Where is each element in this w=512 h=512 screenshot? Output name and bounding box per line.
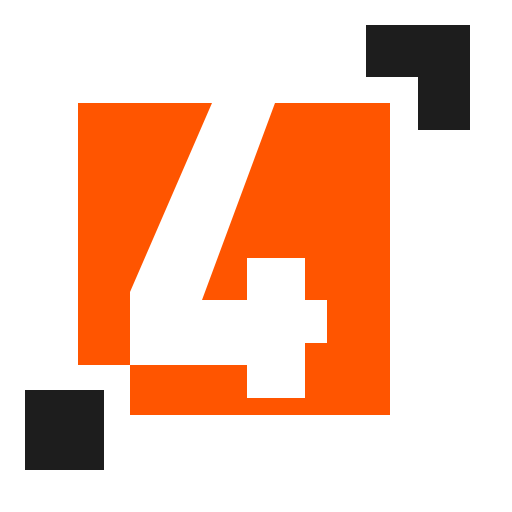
bottom-left-square <box>25 390 104 470</box>
logo-canvas: 4 <box>0 0 512 512</box>
four-logo-icon: 4 <box>25 25 470 470</box>
